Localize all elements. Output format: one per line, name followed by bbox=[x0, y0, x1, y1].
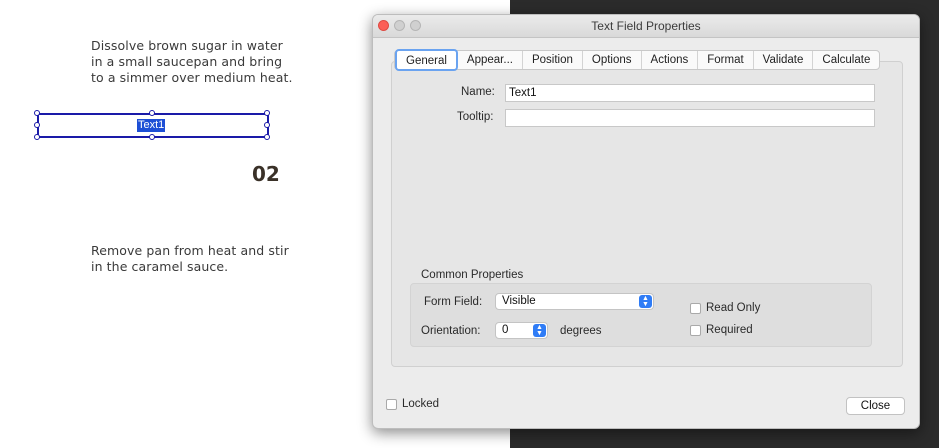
step-number: 02 bbox=[252, 162, 280, 186]
tab-actions[interactable]: Actions bbox=[642, 51, 699, 69]
resize-handle-bottom-left[interactable] bbox=[34, 134, 40, 140]
text-field-properties-dialog: Text Field Properties General Appear... … bbox=[372, 14, 920, 429]
chevron-updown-icon: ▲ ▼ bbox=[639, 295, 652, 308]
title-bar[interactable]: Text Field Properties bbox=[373, 15, 919, 38]
required-checkbox[interactable] bbox=[690, 325, 701, 336]
form-field-select[interactable]: Visible ▲ ▼ bbox=[495, 293, 654, 310]
step2-line: in the caramel sauce. bbox=[91, 259, 229, 274]
required-label: Required bbox=[706, 324, 753, 336]
step1-line: Dissolve brown sugar in water bbox=[91, 38, 283, 53]
step1-text: Dissolve brown sugar in water in a small… bbox=[91, 38, 293, 86]
orientation-value: 0 bbox=[502, 324, 509, 336]
tab-validate[interactable]: Validate bbox=[754, 51, 814, 69]
step2-line: Remove pan from heat and stir bbox=[91, 243, 289, 258]
common-properties-heading: Common Properties bbox=[421, 269, 524, 281]
resize-handle-bottom[interactable] bbox=[149, 134, 155, 140]
tab-appearance[interactable]: Appear... bbox=[458, 51, 523, 69]
resize-handle-top-left[interactable] bbox=[34, 110, 40, 116]
form-field-name-label: Text1 bbox=[137, 119, 166, 132]
orientation-select[interactable]: 0 ▲ ▼ bbox=[495, 322, 548, 339]
dialog-title: Text Field Properties bbox=[591, 19, 701, 33]
read-only-label: Read Only bbox=[706, 302, 761, 314]
locked-label: Locked bbox=[402, 398, 440, 410]
resize-handle-right[interactable] bbox=[264, 122, 270, 128]
tab-format[interactable]: Format bbox=[698, 51, 754, 69]
chevron-updown-icon: ▲ ▼ bbox=[533, 324, 546, 337]
name-input[interactable]: Text1 bbox=[505, 84, 875, 102]
resize-handle-bottom-right[interactable] bbox=[264, 134, 270, 140]
tab-general[interactable]: General bbox=[395, 49, 458, 71]
locked-checkbox[interactable] bbox=[386, 399, 397, 410]
tab-position[interactable]: Position bbox=[523, 51, 583, 69]
tooltip-label: Tooltip: bbox=[457, 111, 494, 123]
resize-handle-left[interactable] bbox=[34, 122, 40, 128]
tab-bar: General Appear... Position Options Actio… bbox=[394, 49, 881, 71]
form-field-value: Visible bbox=[502, 295, 536, 307]
close-button[interactable]: Close bbox=[846, 397, 905, 415]
resize-handle-top-right[interactable] bbox=[264, 110, 270, 116]
form-field-label: Form Field: bbox=[424, 296, 483, 308]
tab-options[interactable]: Options bbox=[583, 51, 642, 69]
step2-text: Remove pan from heat and stir in the car… bbox=[91, 243, 289, 275]
tooltip-input[interactable] bbox=[505, 109, 875, 127]
step1-line: in a small saucepan and bring bbox=[91, 54, 283, 69]
orientation-label: Orientation: bbox=[421, 325, 481, 337]
degrees-label: degrees bbox=[560, 325, 602, 337]
step1-line: to a simmer over medium heat. bbox=[91, 70, 293, 85]
read-only-checkbox[interactable] bbox=[690, 303, 701, 314]
tab-calculate[interactable]: Calculate bbox=[813, 51, 879, 69]
resize-handle-top[interactable] bbox=[149, 110, 155, 116]
name-label: Name: bbox=[461, 86, 495, 98]
